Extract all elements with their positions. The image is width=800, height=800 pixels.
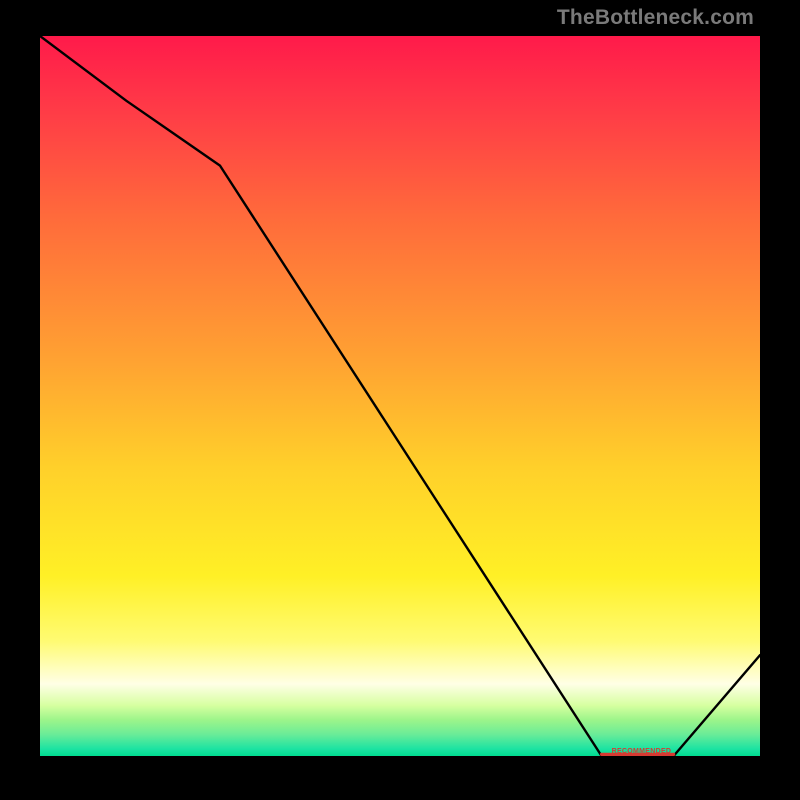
watermark-label: TheBottleneck.com: [557, 6, 754, 30]
chart-wrapper: TheBottleneck.com RECOMMENDED: [0, 0, 800, 800]
line-series: [40, 36, 760, 756]
plot-area: RECOMMENDED: [40, 36, 760, 756]
recommended-label: RECOMMENDED: [612, 748, 672, 755]
bottleneck-curve-path: [40, 36, 760, 756]
